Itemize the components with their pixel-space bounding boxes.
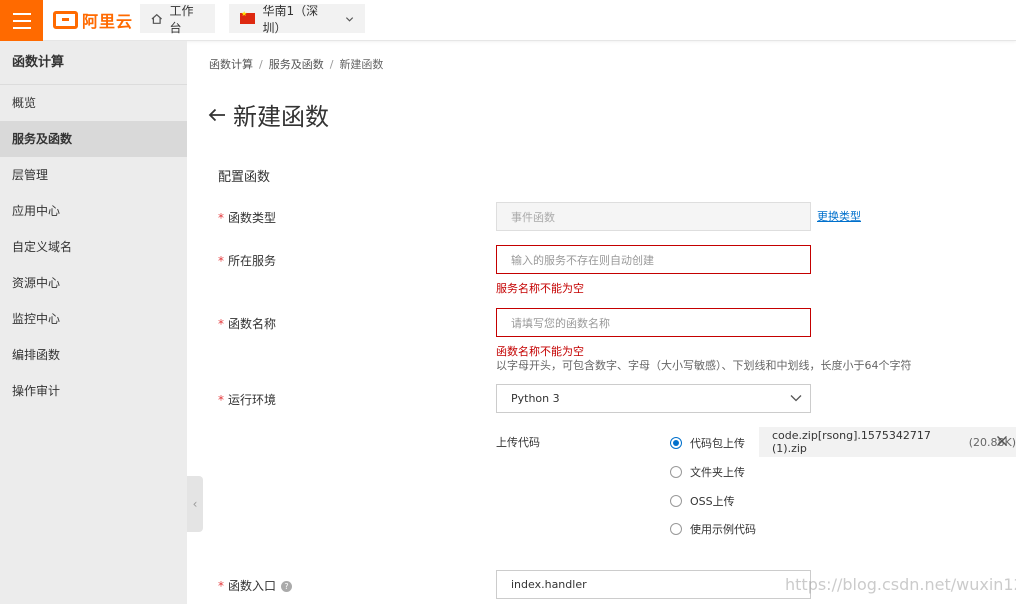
region-selector[interactable]: 华南1（深圳） xyxy=(229,3,365,35)
sidebar: 函数计算 概览 服务及函数 层管理 应用中心 自定义域名 资源中心 监控中心 编… xyxy=(0,41,187,604)
upload-option-package[interactable]: 代码包上传 xyxy=(670,435,745,451)
breadcrumb-separator: / xyxy=(259,58,263,71)
hamburger-icon xyxy=(12,26,31,29)
upload-option-sample[interactable]: 使用示例代码 xyxy=(670,521,756,537)
handler-input[interactable]: index.handler xyxy=(496,570,811,599)
breadcrumb-item-current: 新建函数 xyxy=(339,58,384,71)
sidebar-title: 函数计算 xyxy=(0,41,187,85)
menu-button[interactable] xyxy=(0,0,43,41)
sidebar-item-monitor-center[interactable]: 监控中心 xyxy=(0,301,187,337)
upload-code-label: 上传代码 xyxy=(496,436,540,449)
radio-checked-icon xyxy=(670,437,682,449)
close-icon[interactable] xyxy=(996,435,1008,447)
radio-icon xyxy=(670,466,682,478)
func-name-input[interactable]: 请填写您的函数名称 xyxy=(496,308,811,337)
upload-option-folder[interactable]: 文件夹上传 xyxy=(670,464,745,480)
sidebar-item-app-center[interactable]: 应用中心 xyxy=(0,193,187,229)
sidebar-item-resource-center[interactable]: 资源中心 xyxy=(0,265,187,301)
top-bar: 阿里云 工作台 华南1（深圳） xyxy=(0,0,1016,41)
file-name: code.zip[rsong].1575342717 (1).zip xyxy=(772,429,931,455)
china-flag-icon xyxy=(240,10,255,24)
sidebar-item-audit[interactable]: 操作审计 xyxy=(0,373,187,409)
func-name-label: * 函数名称 xyxy=(218,317,277,331)
aliyun-logo[interactable]: 阿里云 xyxy=(53,9,133,31)
sidebar-item-services-functions[interactable]: 服务及函数 xyxy=(0,121,187,157)
workbench-button[interactable]: 工作台 xyxy=(140,3,215,35)
region-label: 华南1（深圳） xyxy=(262,3,319,35)
home-icon xyxy=(151,13,162,24)
page-title: 新建函数 xyxy=(233,103,329,131)
runtime-value: Python 3 xyxy=(511,392,560,405)
radio-icon xyxy=(670,523,682,535)
sidebar-item-overview[interactable]: 概览 xyxy=(0,85,187,121)
hamburger-icon xyxy=(12,12,31,15)
sidebar-item-custom-domain[interactable]: 自定义域名 xyxy=(0,229,187,265)
runtime-select[interactable]: Python 3 xyxy=(496,384,811,413)
chevron-down-icon xyxy=(790,395,802,402)
breadcrumb: 函数计算 / 服务及函数 / 新建函数 xyxy=(209,56,383,72)
hamburger-icon xyxy=(12,19,31,22)
uploaded-file-chip: code.zip[rsong].1575342717 (1).zip (20.8… xyxy=(759,427,1016,457)
func-name-hint: 以字母开头，可包含数字、字母（大小写敏感）、下划线和中划线，长度小于64个字符 xyxy=(496,359,912,372)
change-type-link[interactable]: 更换类型 xyxy=(817,208,861,224)
chevron-down-icon xyxy=(345,16,354,22)
service-label: * 所在服务 xyxy=(218,254,277,268)
workbench-label: 工作台 xyxy=(169,3,194,35)
page-header: 新建函数 xyxy=(207,97,329,132)
breadcrumb-separator: / xyxy=(329,58,334,71)
handler-label: * 函数入口? xyxy=(218,577,293,594)
aliyun-logo-icon xyxy=(53,11,78,29)
main-content: 函数计算 / 服务及函数 / 新建函数 新建函数 配置函数 * 函数类型 事件函数 更换类… xyxy=(187,41,1016,604)
breadcrumb-item-fc[interactable]: 函数计算 xyxy=(209,58,253,71)
service-error: 服务名称不能为空 xyxy=(496,282,584,295)
upload-option-oss[interactable]: OSS上传 xyxy=(670,493,735,509)
breadcrumb-item-services[interactable]: 服务及函数 xyxy=(269,58,324,71)
service-input[interactable]: 输入的服务不存在则自动创建 xyxy=(496,245,811,274)
back-arrow-icon[interactable] xyxy=(207,107,227,123)
sidebar-item-layers[interactable]: 层管理 xyxy=(0,157,187,193)
section-title: 配置函数 xyxy=(218,170,271,185)
watermark: https://blog.csdn.net/wuxin1210 xyxy=(785,575,1016,594)
radio-icon xyxy=(670,495,682,507)
logo-text: 阿里云 xyxy=(82,12,134,31)
sidebar-item-orchestration[interactable]: 编排函数 xyxy=(0,337,187,373)
runtime-label: * 运行环境 xyxy=(218,393,277,407)
file-size: (20.88K) xyxy=(968,435,1016,449)
help-icon[interactable]: ? xyxy=(281,581,293,592)
func-type-label: * 函数类型 xyxy=(218,211,277,225)
func-type-field: 事件函数 xyxy=(496,202,811,231)
